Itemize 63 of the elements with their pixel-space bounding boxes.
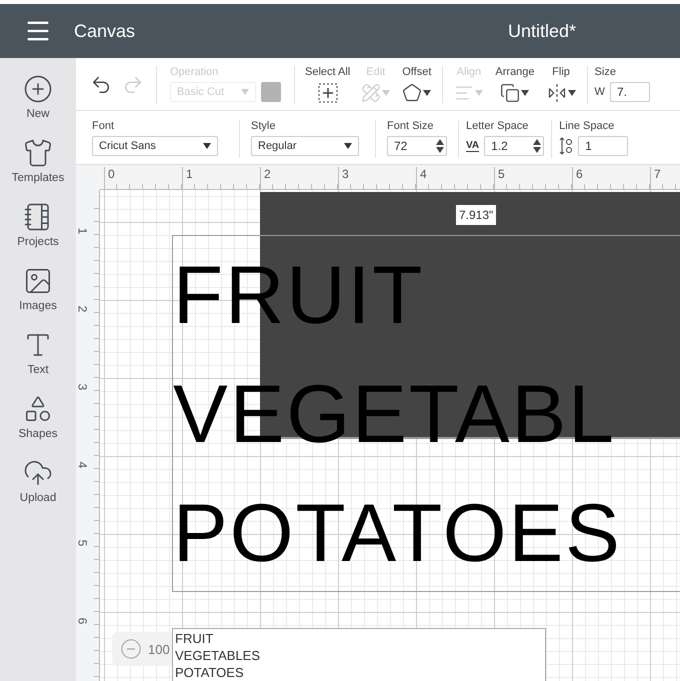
stepper-icon[interactable] [533,138,542,154]
ruler-number: 1 [76,228,90,234]
pencil-ruler-icon [361,83,382,103]
canvas-text: POTATOES [173,487,622,581]
undo-button[interactable] [90,74,112,96]
caret-icon [521,90,530,96]
caret-icon [203,143,211,149]
sidebar-item[interactable]: Upload [0,458,76,504]
width-field[interactable]: 7. [610,82,650,102]
stacked-squares-icon [500,83,520,103]
app-title: Canvas [74,20,136,42]
sidebar-item[interactable]: Images [0,266,76,312]
upload-icon [23,458,53,488]
caret-icon [568,90,576,96]
tool-button[interactable] [316,82,339,104]
ruler-number: 5 [76,540,90,546]
font-label: Font [92,120,114,132]
line-space-label: Line Space [559,120,614,132]
letter-space-field[interactable]: 1.2 [484,136,544,156]
zoom-out-icon[interactable] [120,638,142,660]
line-space-field[interactable]: 1 [578,136,628,156]
pentagon-icon [402,83,422,103]
style-select[interactable]: Regular [251,136,359,156]
tool-button[interactable] [500,82,530,104]
sidebar-item[interactable]: Text [0,330,76,376]
templates-icon [23,138,53,168]
stepper-icon[interactable] [436,138,444,154]
caret-icon [344,143,352,149]
sidebar-item[interactable]: Shapes [0,394,76,440]
shapes-icon [23,394,53,424]
text-entry-field[interactable]: FRUIT VEGETABLES POTATOES [172,628,546,681]
document-title: Untitled* [508,20,576,42]
ruler-number: 4 [76,462,90,468]
width-label: W [594,86,605,98]
new-icon [23,74,53,104]
tool-label: Offset [402,66,432,78]
letter-space-label: Letter Space [466,120,528,132]
tool-label: Select All [305,66,350,78]
caret-icon [382,90,390,96]
caret-icon [241,89,249,95]
sidebar-item[interactable]: Projects [0,202,76,248]
tool-label: Arrange [495,66,535,78]
ruler-number: 3 [76,384,90,390]
tool-button[interactable] [546,82,576,104]
tool-button[interactable] [402,82,432,104]
ruler-number: 2 [76,306,90,312]
line-space-icon [559,137,574,155]
ruler-number: 6 [76,618,90,624]
font-select[interactable]: Cricut Sans [92,136,218,156]
sidebar-item[interactable]: New [0,74,76,120]
size-label: Size [594,66,616,78]
color-swatch[interactable] [261,82,281,102]
zoom-level: 100 [148,642,170,656]
tool-label: Flip [552,66,570,78]
images-icon [23,266,53,296]
caret-icon [475,90,484,96]
flip-icon [546,83,567,103]
font-size-field[interactable]: 72 [387,136,447,156]
dimension-label: 7.913" [456,205,496,225]
style-label: Style [251,120,276,132]
sidebar-item[interactable]: Templates [0,138,76,184]
caret-icon [423,90,432,96]
font-size-label: Font Size [387,120,434,132]
